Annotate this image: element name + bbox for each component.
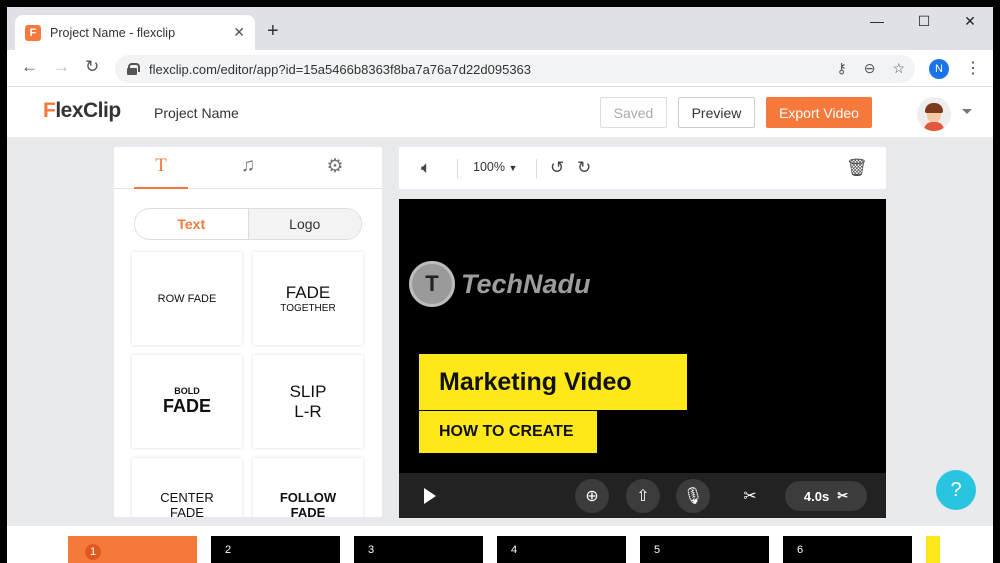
preview-button[interactable]: Preview [678,97,755,128]
globe-icon[interactable]: ⊕ [575,479,609,513]
address-bar: ← → ↻ flexclip.com/editor/app?id=15a5466… [7,50,993,87]
duration-button[interactable]: 4.0s ✂︎ [785,481,867,511]
style-card-row-fade[interactable]: ROW FADE [132,252,242,345]
scene-thumbnail[interactable]: 6 [783,536,912,563]
flexclip-logo[interactable]: FlexClip [43,99,121,123]
export-video-button[interactable]: Export Video [766,97,872,128]
video-canvas[interactable]: T TechNadu Marketing Video HOW TO CREATE… [399,199,886,518]
close-window-icon[interactable]: ✕ [955,13,985,30]
profile-avatar[interactable]: N [929,59,949,79]
play-icon[interactable] [424,488,436,504]
text-icon[interactable]: T [134,155,188,189]
help-button[interactable]: ? [936,470,976,510]
scene-thumbnail[interactable]: 2 [211,536,340,563]
tab-bar: F Project Name - flexclip ✕ + — ☐ ✕ [7,7,993,50]
user-menu-chevron-icon[interactable] [962,109,972,114]
text-logo-toggle: Text Logo [134,208,362,240]
settings-icon[interactable]: ⚙ [308,155,362,189]
style-card-fade-together[interactable]: FADE TOGETHER [253,252,363,345]
playback-bar: ⊕ ⇧ 🎙︎ ✂︎ 4.0s ✂︎ [399,473,886,518]
app-header: FlexClip Project Name Saved Preview Expo… [7,87,993,137]
technadu-logo-icon: T [409,261,455,307]
music-icon[interactable]: ♫ [221,155,275,189]
redo-icon[interactable]: ↻ [577,158,591,178]
minimize-icon[interactable]: — [862,13,892,29]
browser-tab[interactable]: F Project Name - flexclip ✕ [15,15,255,50]
scissors-icon: ✂︎ [837,488,849,503]
flexclip-favicon-icon: F [25,24,41,41]
scene-timeline: 1 2 3 4 5 6 [7,526,993,563]
url-input[interactable]: flexclip.com/editor/app?id=15a5466b8363f… [115,55,915,83]
style-card-slip-lr[interactable]: SLIP L-R [253,355,363,448]
star-icon[interactable]: ☆ [892,60,905,77]
back-icon[interactable]: ← [21,57,38,77]
trash-icon[interactable]: 🗑︎ [846,158,868,178]
scene-thumbnail[interactable]: 3 [354,536,483,563]
scene-thumbnail[interactable]: 5 [640,536,769,563]
scene-thumbnail[interactable]: 1 [68,536,197,563]
segment-logo[interactable]: Logo [248,209,361,239]
canvas-toolbar: 🔈︎ 100% ▼ ↺ ↻ 🗑︎ [399,147,886,189]
left-panel: T ♫ ⚙ Text Logo ROW FADE FADE TOGETHER B… [114,147,382,517]
forward-icon[interactable]: → [53,57,70,77]
new-tab-icon[interactable]: + [267,20,279,43]
upload-icon[interactable]: ⇧ [626,479,660,513]
zoom-out-icon[interactable]: ⊖ [864,60,876,77]
panel-tabs: T ♫ ⚙ [114,147,382,189]
lock-icon [127,63,140,75]
scene-thumbnail[interactable]: 4 [497,536,626,563]
close-tab-icon[interactable]: ✕ [233,24,245,41]
key-icon[interactable]: ⚷ [836,60,846,77]
watermark-text: TechNadu [461,268,591,299]
tab-title: Project Name - flexclip [50,25,176,40]
undo-icon[interactable]: ↺ [550,158,564,178]
browser-menu-icon[interactable]: ⋮ [965,58,981,78]
scene-thumbnail-partial[interactable] [926,536,940,563]
microphone-icon[interactable]: 🎙︎ [676,479,710,513]
video-title[interactable]: Marketing Video [419,354,687,410]
url-text: flexclip.com/editor/app?id=15a5466b8363f… [149,61,532,77]
style-card-bold-fade[interactable]: BOLD FADE [132,355,242,448]
segment-text[interactable]: Text [135,209,249,239]
duration-value: 4.0s [803,488,830,504]
video-subtitle[interactable]: HOW TO CREATE [419,411,597,453]
zoom-select[interactable]: 100% ▼ [473,160,517,174]
volume-icon[interactable]: 🔈︎ [421,158,431,178]
style-card-center-fade[interactable]: CENTER FADE [132,458,242,517]
style-card-follow-fade[interactable]: FOLLOW FADE [253,458,363,517]
chevron-down-icon: ▼ [508,163,518,173]
reload-icon[interactable]: ↻ [85,57,99,77]
maximize-icon[interactable]: ☐ [909,13,939,30]
saved-button: Saved [600,97,667,128]
watermark: T TechNadu [409,261,591,307]
split-icon[interactable]: ✂︎ [733,479,767,513]
project-name[interactable]: Project Name [154,105,239,121]
user-avatar[interactable] [917,97,951,131]
browser-window: F Project Name - flexclip ✕ + — ☐ ✕ ← → … [7,7,993,563]
